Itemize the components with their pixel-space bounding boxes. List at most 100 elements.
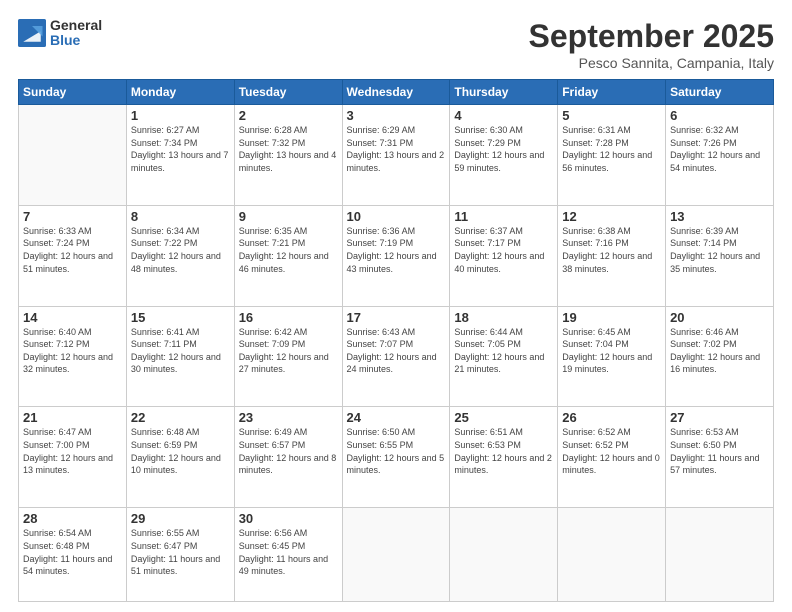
header-saturday: Saturday bbox=[666, 80, 774, 105]
daylight: Daylight: 11 hours and 54 minutes. bbox=[23, 554, 112, 577]
sunrise: Sunrise: 6:43 AM bbox=[347, 327, 416, 337]
sunrise: Sunrise: 6:53 AM bbox=[670, 427, 739, 437]
day-20: 20 Sunrise: 6:46 AM Sunset: 7:02 PM Dayl… bbox=[666, 306, 774, 407]
daylight: Daylight: 12 hours and 13 minutes. bbox=[23, 453, 113, 476]
calendar: Sunday Monday Tuesday Wednesday Thursday… bbox=[18, 79, 774, 602]
sunrise: Sunrise: 6:46 AM bbox=[670, 327, 739, 337]
day-info: Sunrise: 6:34 AM Sunset: 7:22 PM Dayligh… bbox=[131, 225, 230, 275]
sunrise: Sunrise: 6:29 AM bbox=[347, 125, 416, 135]
daylight: Daylight: 12 hours and 54 minutes. bbox=[670, 150, 760, 173]
day-number: 1 bbox=[131, 108, 230, 123]
day-30: 30 Sunrise: 6:56 AM Sunset: 6:45 PM Dayl… bbox=[234, 508, 342, 602]
day-13: 13 Sunrise: 6:39 AM Sunset: 7:14 PM Dayl… bbox=[666, 205, 774, 306]
day-16: 16 Sunrise: 6:42 AM Sunset: 7:09 PM Dayl… bbox=[234, 306, 342, 407]
sunrise: Sunrise: 6:30 AM bbox=[454, 125, 523, 135]
day-number: 23 bbox=[239, 410, 338, 425]
sunrise: Sunrise: 6:47 AM bbox=[23, 427, 92, 437]
sunrise: Sunrise: 6:33 AM bbox=[23, 226, 92, 236]
day-number: 17 bbox=[347, 310, 446, 325]
day-info: Sunrise: 6:46 AM Sunset: 7:02 PM Dayligh… bbox=[670, 326, 769, 376]
day-number: 19 bbox=[562, 310, 661, 325]
day-info: Sunrise: 6:40 AM Sunset: 7:12 PM Dayligh… bbox=[23, 326, 122, 376]
day-info: Sunrise: 6:48 AM Sunset: 6:59 PM Dayligh… bbox=[131, 426, 230, 476]
week-row-3: 14 Sunrise: 6:40 AM Sunset: 7:12 PM Dayl… bbox=[19, 306, 774, 407]
day-number: 10 bbox=[347, 209, 446, 224]
sunrise: Sunrise: 6:34 AM bbox=[131, 226, 200, 236]
week-row-2: 7 Sunrise: 6:33 AM Sunset: 7:24 PM Dayli… bbox=[19, 205, 774, 306]
sunset: Sunset: 7:05 PM bbox=[454, 339, 521, 349]
day-info: Sunrise: 6:54 AM Sunset: 6:48 PM Dayligh… bbox=[23, 527, 122, 577]
day-number: 15 bbox=[131, 310, 230, 325]
day-5: 5 Sunrise: 6:31 AM Sunset: 7:28 PM Dayli… bbox=[558, 105, 666, 206]
sunrise: Sunrise: 6:54 AM bbox=[23, 528, 92, 538]
sunrise: Sunrise: 6:42 AM bbox=[239, 327, 308, 337]
sunset: Sunset: 6:52 PM bbox=[562, 440, 629, 450]
day-info: Sunrise: 6:38 AM Sunset: 7:16 PM Dayligh… bbox=[562, 225, 661, 275]
sunset: Sunset: 7:17 PM bbox=[454, 238, 521, 248]
daylight: Daylight: 12 hours and 35 minutes. bbox=[670, 251, 760, 274]
sunset: Sunset: 6:59 PM bbox=[131, 440, 198, 450]
day-info: Sunrise: 6:45 AM Sunset: 7:04 PM Dayligh… bbox=[562, 326, 661, 376]
day-info: Sunrise: 6:55 AM Sunset: 6:47 PM Dayligh… bbox=[131, 527, 230, 577]
daylight: Daylight: 11 hours and 51 minutes. bbox=[131, 554, 220, 577]
day-info: Sunrise: 6:49 AM Sunset: 6:57 PM Dayligh… bbox=[239, 426, 338, 476]
sunset: Sunset: 7:07 PM bbox=[347, 339, 414, 349]
sunset: Sunset: 6:48 PM bbox=[23, 541, 90, 551]
logo: General Blue bbox=[18, 18, 102, 49]
daylight: Daylight: 11 hours and 57 minutes. bbox=[670, 453, 759, 476]
daylight: Daylight: 12 hours and 46 minutes. bbox=[239, 251, 329, 274]
daylight: Daylight: 12 hours and 43 minutes. bbox=[347, 251, 437, 274]
day-info: Sunrise: 6:28 AM Sunset: 7:32 PM Dayligh… bbox=[239, 124, 338, 174]
sunrise: Sunrise: 6:35 AM bbox=[239, 226, 308, 236]
day-info: Sunrise: 6:31 AM Sunset: 7:28 PM Dayligh… bbox=[562, 124, 661, 174]
sunset: Sunset: 7:04 PM bbox=[562, 339, 629, 349]
day-25: 25 Sunrise: 6:51 AM Sunset: 6:53 PM Dayl… bbox=[450, 407, 558, 508]
daylight: Daylight: 12 hours and 27 minutes. bbox=[239, 352, 329, 375]
day-info: Sunrise: 6:43 AM Sunset: 7:07 PM Dayligh… bbox=[347, 326, 446, 376]
day-number: 16 bbox=[239, 310, 338, 325]
daylight: Daylight: 12 hours and 2 minutes. bbox=[454, 453, 552, 476]
day-1: 1 Sunrise: 6:27 AM Sunset: 7:34 PM Dayli… bbox=[126, 105, 234, 206]
daylight: Daylight: 12 hours and 8 minutes. bbox=[239, 453, 337, 476]
day-info: Sunrise: 6:42 AM Sunset: 7:09 PM Dayligh… bbox=[239, 326, 338, 376]
daylight: Daylight: 12 hours and 56 minutes. bbox=[562, 150, 652, 173]
header-monday: Monday bbox=[126, 80, 234, 105]
empty-cell bbox=[666, 508, 774, 602]
daylight: Daylight: 12 hours and 21 minutes. bbox=[454, 352, 544, 375]
day-info: Sunrise: 6:37 AM Sunset: 7:17 PM Dayligh… bbox=[454, 225, 553, 275]
day-number: 18 bbox=[454, 310, 553, 325]
sunrise: Sunrise: 6:41 AM bbox=[131, 327, 200, 337]
daylight: Daylight: 12 hours and 19 minutes. bbox=[562, 352, 652, 375]
sunrise: Sunrise: 6:31 AM bbox=[562, 125, 631, 135]
day-number: 28 bbox=[23, 511, 122, 526]
day-number: 27 bbox=[670, 410, 769, 425]
day-number: 14 bbox=[23, 310, 122, 325]
daylight: Daylight: 11 hours and 49 minutes. bbox=[239, 554, 328, 577]
daylight: Daylight: 12 hours and 30 minutes. bbox=[131, 352, 221, 375]
logo-general-text: General bbox=[50, 18, 102, 33]
sunrise: Sunrise: 6:36 AM bbox=[347, 226, 416, 236]
sunset: Sunset: 6:45 PM bbox=[239, 541, 306, 551]
day-17: 17 Sunrise: 6:43 AM Sunset: 7:07 PM Dayl… bbox=[342, 306, 450, 407]
sunset: Sunset: 7:14 PM bbox=[670, 238, 737, 248]
sunset: Sunset: 7:11 PM bbox=[131, 339, 197, 349]
day-info: Sunrise: 6:47 AM Sunset: 7:00 PM Dayligh… bbox=[23, 426, 122, 476]
day-10: 10 Sunrise: 6:36 AM Sunset: 7:19 PM Dayl… bbox=[342, 205, 450, 306]
sunset: Sunset: 7:31 PM bbox=[347, 138, 414, 148]
day-15: 15 Sunrise: 6:41 AM Sunset: 7:11 PM Dayl… bbox=[126, 306, 234, 407]
day-number: 29 bbox=[131, 511, 230, 526]
sunrise: Sunrise: 6:32 AM bbox=[670, 125, 739, 135]
sunrise: Sunrise: 6:37 AM bbox=[454, 226, 523, 236]
daylight: Daylight: 12 hours and 16 minutes. bbox=[670, 352, 760, 375]
daylight: Daylight: 12 hours and 32 minutes. bbox=[23, 352, 113, 375]
sunrise: Sunrise: 6:49 AM bbox=[239, 427, 308, 437]
day-number: 24 bbox=[347, 410, 446, 425]
sunrise: Sunrise: 6:56 AM bbox=[239, 528, 308, 538]
day-info: Sunrise: 6:35 AM Sunset: 7:21 PM Dayligh… bbox=[239, 225, 338, 275]
day-14: 14 Sunrise: 6:40 AM Sunset: 7:12 PM Dayl… bbox=[19, 306, 127, 407]
day-info: Sunrise: 6:32 AM Sunset: 7:26 PM Dayligh… bbox=[670, 124, 769, 174]
sunset: Sunset: 7:24 PM bbox=[23, 238, 90, 248]
day-12: 12 Sunrise: 6:38 AM Sunset: 7:16 PM Dayl… bbox=[558, 205, 666, 306]
day-number: 21 bbox=[23, 410, 122, 425]
day-number: 6 bbox=[670, 108, 769, 123]
